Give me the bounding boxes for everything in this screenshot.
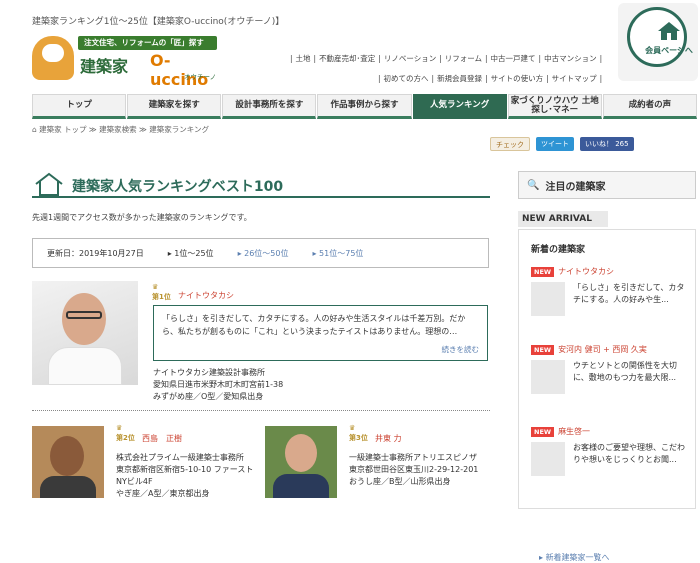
architect-photo[interactable] (32, 426, 104, 498)
architect-name[interactable]: 麻生啓一 (558, 427, 590, 436)
crown-icon: ♛ (349, 424, 356, 432)
page-link-51-75[interactable]: 51位〜75位 (319, 249, 363, 258)
link-renovation[interactable]: リノベーション (381, 54, 439, 63)
office-name: 株式会社プライム一級建築士事務所 (116, 453, 244, 462)
architect-meta: おうし座／B型／山形県出身 (349, 477, 451, 486)
page-title: 建築家人気ランキングベスト100 (72, 179, 284, 195)
link-land[interactable]: 土地 (293, 54, 314, 63)
architect-name[interactable]: ナイトウタカシ (178, 290, 234, 301)
new-architects-box: 新着の建築家 NEW ナイトウタカシ 「らしさ」を引きだして、カタチにする。人の好… (518, 229, 696, 562)
read-more-link[interactable]: 続きを読む (442, 343, 480, 356)
header: 建築家ランキング1位〜25位【建築家O-uccino(オウチーノ)】 注文住宅、… (0, 0, 700, 89)
page-link-26-50[interactable]: 26位〜50位 (244, 249, 288, 258)
social-buttons: チェック ツイート いいね！ 265 (490, 137, 634, 151)
tweet-button[interactable]: ツイート (536, 137, 574, 151)
like-button[interactable]: いいね！ 265 (580, 137, 634, 151)
architect-thumbnail[interactable] (531, 282, 565, 316)
featured-architects-header[interactable]: 🔍 注目の建築家 (518, 171, 696, 199)
architect-quote: 「らしさ」を引きだして、カタチにする。人の好みや生活スタイルは千差万別。だから、… (153, 305, 488, 361)
global-nav: トップ 建築家を探す 設計事務所を探す 作品事例から探す 人気ランキング 家づく… (32, 94, 698, 119)
architect-meta: やぎ座／A型／東京都出身 (116, 489, 210, 498)
logo-text: 建築家 (80, 57, 129, 76)
crown-icon: ♛ (116, 424, 123, 432)
nav-top[interactable]: トップ (32, 94, 127, 119)
link-first-time[interactable]: 初めての方へ (381, 74, 432, 83)
nav-search-architect[interactable]: 建築家を探す (127, 94, 222, 119)
architect-meta: みずがめ座／O型／愛知県出身 (153, 392, 264, 401)
architect-thumbnail[interactable] (531, 442, 565, 476)
office-address: 愛知県日進市米野木町木町宮前1-38 (153, 380, 284, 389)
member-page-button[interactable]: 会員ページへ (618, 3, 698, 81)
link-how-to[interactable]: サイトの使い方 (488, 74, 547, 83)
divider (32, 410, 490, 411)
link-sitemap[interactable]: サイトマップ (549, 74, 600, 83)
home-icon: ⌂ (32, 125, 37, 134)
office-name: 一級建築士事務所アトリエスピノザ (349, 453, 477, 462)
nav-voices[interactable]: 成約者の声 (602, 94, 697, 119)
check-button[interactable]: チェック (490, 137, 530, 151)
link-used-house[interactable]: 中古一戸建て (488, 54, 539, 63)
rank-label: 第2位 (116, 434, 135, 442)
architect-info: ナイトウタカシ建築設計事務所 愛知県日進市米野木町木町宮前1-38 みずがめ座／… (153, 367, 283, 403)
sidebar: 🔍 注目の建築家 NEW ARRIVAL 新着の建築家 NEW ナイトウタカシ 「… (518, 171, 696, 562)
architect-name[interactable]: 井東 力 (375, 433, 402, 444)
update-box: 更新日：2019年10月27日 ▸ 1位〜25位 ▸ 26位〜50位 ▸ 51位… (32, 238, 489, 268)
rank-2-card: ♛ 第2位 西島 正樹 株式会社プライム一級建築士事務所 東京都新宿区新宿5-1… (32, 424, 260, 509)
updated-date: 更新日：2019年10月27日 (47, 248, 144, 258)
member-page-label: 会員ページへ (645, 46, 693, 55)
nav-ranking[interactable]: 人気ランキング (412, 94, 507, 119)
intro-text: 先週1週間でアクセス数が多かった建築家のランキングです。 (32, 213, 252, 222)
logo-text-en: O-uccino (150, 51, 209, 89)
rank-label: 第3位 (349, 434, 368, 442)
page-heading: 建築家人気ランキングベスト100 (32, 172, 490, 198)
link-register[interactable]: 新規会員登録 (434, 74, 485, 83)
new-badge: NEW (531, 266, 555, 277)
new-architects-heading: 新着の建築家 (531, 245, 586, 255)
architect-name[interactable]: 安河内 健司 + 西岡 久実 (558, 345, 647, 354)
crown-icon: ♛ (152, 283, 159, 291)
mascot-icon (32, 36, 74, 80)
breadcrumb: ⌂ 建築家 トップ ≫ 建築家検索 ≫ 建築家ランキング (32, 125, 210, 134)
new-architect-item[interactable]: NEW 安河内 健司 + 西岡 久実 ウチとソトとの関係性を大切に、敷地のもつ力を… (531, 344, 677, 394)
logo-kana: オウチーノ (184, 73, 217, 81)
architect-excerpt: ウチとソトとの関係性を大切に、敷地のもつ力を最大限... (573, 361, 677, 382)
nav-search-office[interactable]: 設計事務所を探す (222, 94, 317, 119)
new-architect-item[interactable]: NEW ナイトウタカシ 「らしさ」を引きだして、カタチにする。人の好みや生... (531, 266, 684, 316)
site-logo[interactable]: 注文住宅、リフォームの「匠」探すなら 建築家 O-uccino オウチーノ (32, 36, 217, 89)
link-used-mansion[interactable]: 中古マンション (541, 54, 600, 63)
new-badge: NEW (531, 344, 555, 355)
search-icon: 🔍 (527, 179, 540, 191)
house-outline-icon (35, 172, 63, 196)
rank-label: 第1位 (152, 293, 171, 301)
office-address: 東京都新宿区新宿5-10-10 ファーストNYビル4F (116, 465, 254, 486)
architect-excerpt: お客様のご要望や理想、こだわりや想いをじっくりとお聞... (573, 443, 685, 464)
nav-knowhow[interactable]: 家づくりノウハウ 土地探し･マネー (507, 94, 602, 119)
architect-thumbnail[interactable] (531, 360, 565, 394)
new-architects-list-link[interactable]: ▸ 新着建築家一覧へ (539, 552, 610, 563)
header-links-row1: | 土地 | 不動産売却･査定 | リノベーション | リフォーム | 中古一戸建て | 中古マンショ… (290, 54, 603, 63)
link-sell[interactable]: 不動産売却･査定 (316, 54, 378, 63)
site-description: 建築家ランキング1位〜25位【建築家O-uccino(オウチーノ)】 (32, 17, 285, 27)
architect-info: 一級建築士事務所アトリエスピノザ 東京都世田谷区東玉川2-29-12-201 お… (349, 452, 499, 488)
house-icon (658, 22, 680, 40)
office-name: ナイトウタカシ建築設計事務所 (153, 368, 265, 377)
rank-1-card: ♛ 第1位 ナイトウタカシ 「らしさ」を引きだして、カタチにする。人の好みや生活… (32, 281, 490, 411)
nav-search-works[interactable]: 作品事例から探す (317, 94, 412, 119)
link-reform[interactable]: リフォーム (442, 54, 485, 63)
architect-name[interactable]: ナイトウタカシ (558, 267, 614, 276)
architect-name[interactable]: 西島 正樹 (142, 433, 182, 444)
page-link-1-25[interactable]: 1位〜25位 (174, 249, 213, 258)
glasses-icon (66, 311, 102, 319)
architect-info: 株式会社プライム一級建築士事務所 東京都新宿区新宿5-10-10 ファーストNY… (116, 452, 260, 500)
new-badge: NEW (531, 426, 555, 437)
office-address: 東京都世田谷区東玉川2-29-12-201 (349, 465, 479, 474)
header-links-row2: | 初めての方へ | 新規会員登録 | サイトの使い方 | サイトマップ | (378, 74, 603, 83)
architect-photo[interactable] (265, 426, 337, 498)
new-arrival-label: NEW ARRIVAL (518, 211, 608, 227)
rank-3-card: ♛ 第3位 井東 力 一級建築士事務所アトリエスピノザ 東京都世田谷区東玉川2-… (265, 424, 493, 509)
architect-photo[interactable] (32, 281, 138, 385)
architect-excerpt: 「らしさ」を引きだして、カタチにする。人の好みや生... (573, 283, 685, 304)
new-architect-item[interactable]: NEW 麻生啓一 お客様のご要望や理想、こだわりや想いをじっくりとお聞... (531, 426, 685, 476)
logo-tagline: 注文住宅、リフォームの「匠」探すなら (78, 36, 217, 61)
